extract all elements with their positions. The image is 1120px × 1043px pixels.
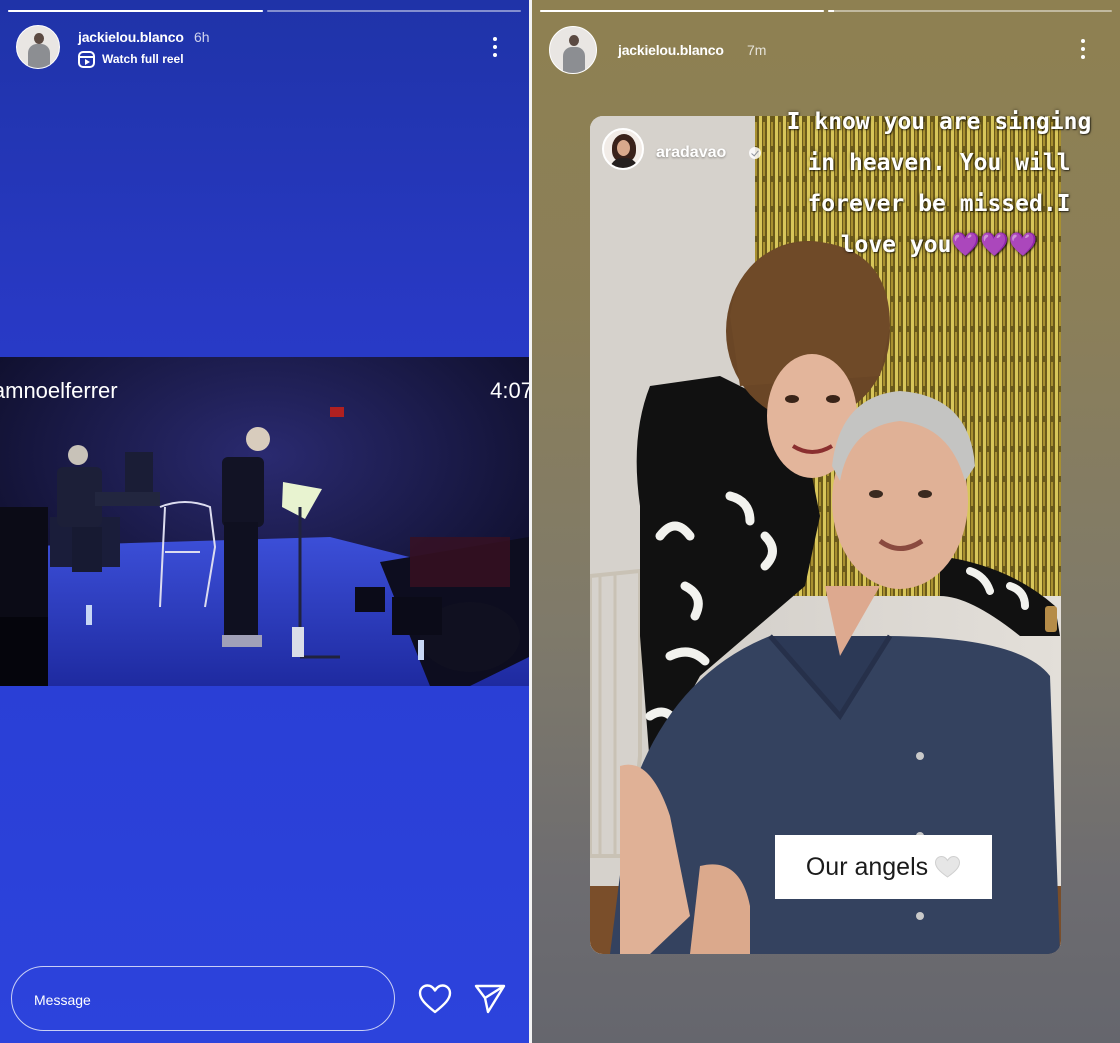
story-progress-segment	[540, 10, 824, 12]
stage-scene-image	[0, 357, 529, 686]
white-heart-icon	[935, 855, 961, 878]
reel-icon[interactable]	[78, 51, 95, 68]
video-duration: 4:07	[490, 378, 529, 403]
story-username[interactable]: jackielou.blanco	[618, 42, 724, 58]
story-progress-segment	[828, 10, 1112, 12]
send-icon[interactable]	[473, 982, 507, 1014]
story-panel-right[interactable]: jackielou.blanco 7m aradavao Our angels …	[532, 0, 1120, 1043]
story-username[interactable]: jackielou.blanco	[78, 29, 184, 45]
profile-avatar[interactable]	[16, 25, 60, 69]
story-progress-fill	[540, 10, 824, 12]
caption-line-text: love you	[840, 232, 952, 258]
sticker-text: Our angels	[805, 852, 929, 881]
caption-line: I know you are singing	[786, 109, 1092, 135]
story-progress-fill	[8, 10, 263, 12]
reel-video-preview[interactable]: iamnoelferrer 4:07	[0, 357, 529, 686]
repost-author-avatar[interactable]	[602, 128, 644, 170]
caption-line: love you💜💜💜	[769, 225, 1109, 266]
caption-line: forever be missed.I	[807, 191, 1071, 217]
caption-line: in heaven. You will	[807, 150, 1071, 176]
story-panel-left[interactable]: jackielou.blanco 6h Watch full reel iamn…	[0, 0, 529, 1043]
message-placeholder: Message	[34, 992, 91, 1008]
story-time: 7m	[747, 42, 767, 58]
story-caption: I know you are singing in heaven. You wi…	[769, 102, 1109, 266]
story-progress-fill	[828, 10, 834, 12]
text-sticker: Our angels	[775, 835, 992, 899]
heart-icon[interactable]	[418, 983, 452, 1015]
story-progress-segment	[266, 10, 521, 12]
more-options-icon[interactable]	[485, 35, 505, 59]
purple-heart-emoji: 💜💜💜	[951, 232, 1038, 258]
repost-author-username[interactable]: aradavao	[656, 144, 726, 162]
watch-full-reel-link[interactable]: Watch full reel	[102, 52, 184, 66]
profile-avatar[interactable]	[549, 26, 597, 74]
more-options-icon[interactable]	[1073, 37, 1093, 61]
story-time: 6h	[194, 29, 210, 45]
message-input[interactable]: Message	[11, 966, 395, 1031]
story-progress-bar	[540, 10, 1112, 12]
video-overlay-handle: iamnoelferrer	[0, 378, 118, 403]
verified-badge-icon	[749, 147, 761, 159]
story-progress-bar	[8, 10, 521, 12]
story-progress-segment	[8, 10, 263, 12]
